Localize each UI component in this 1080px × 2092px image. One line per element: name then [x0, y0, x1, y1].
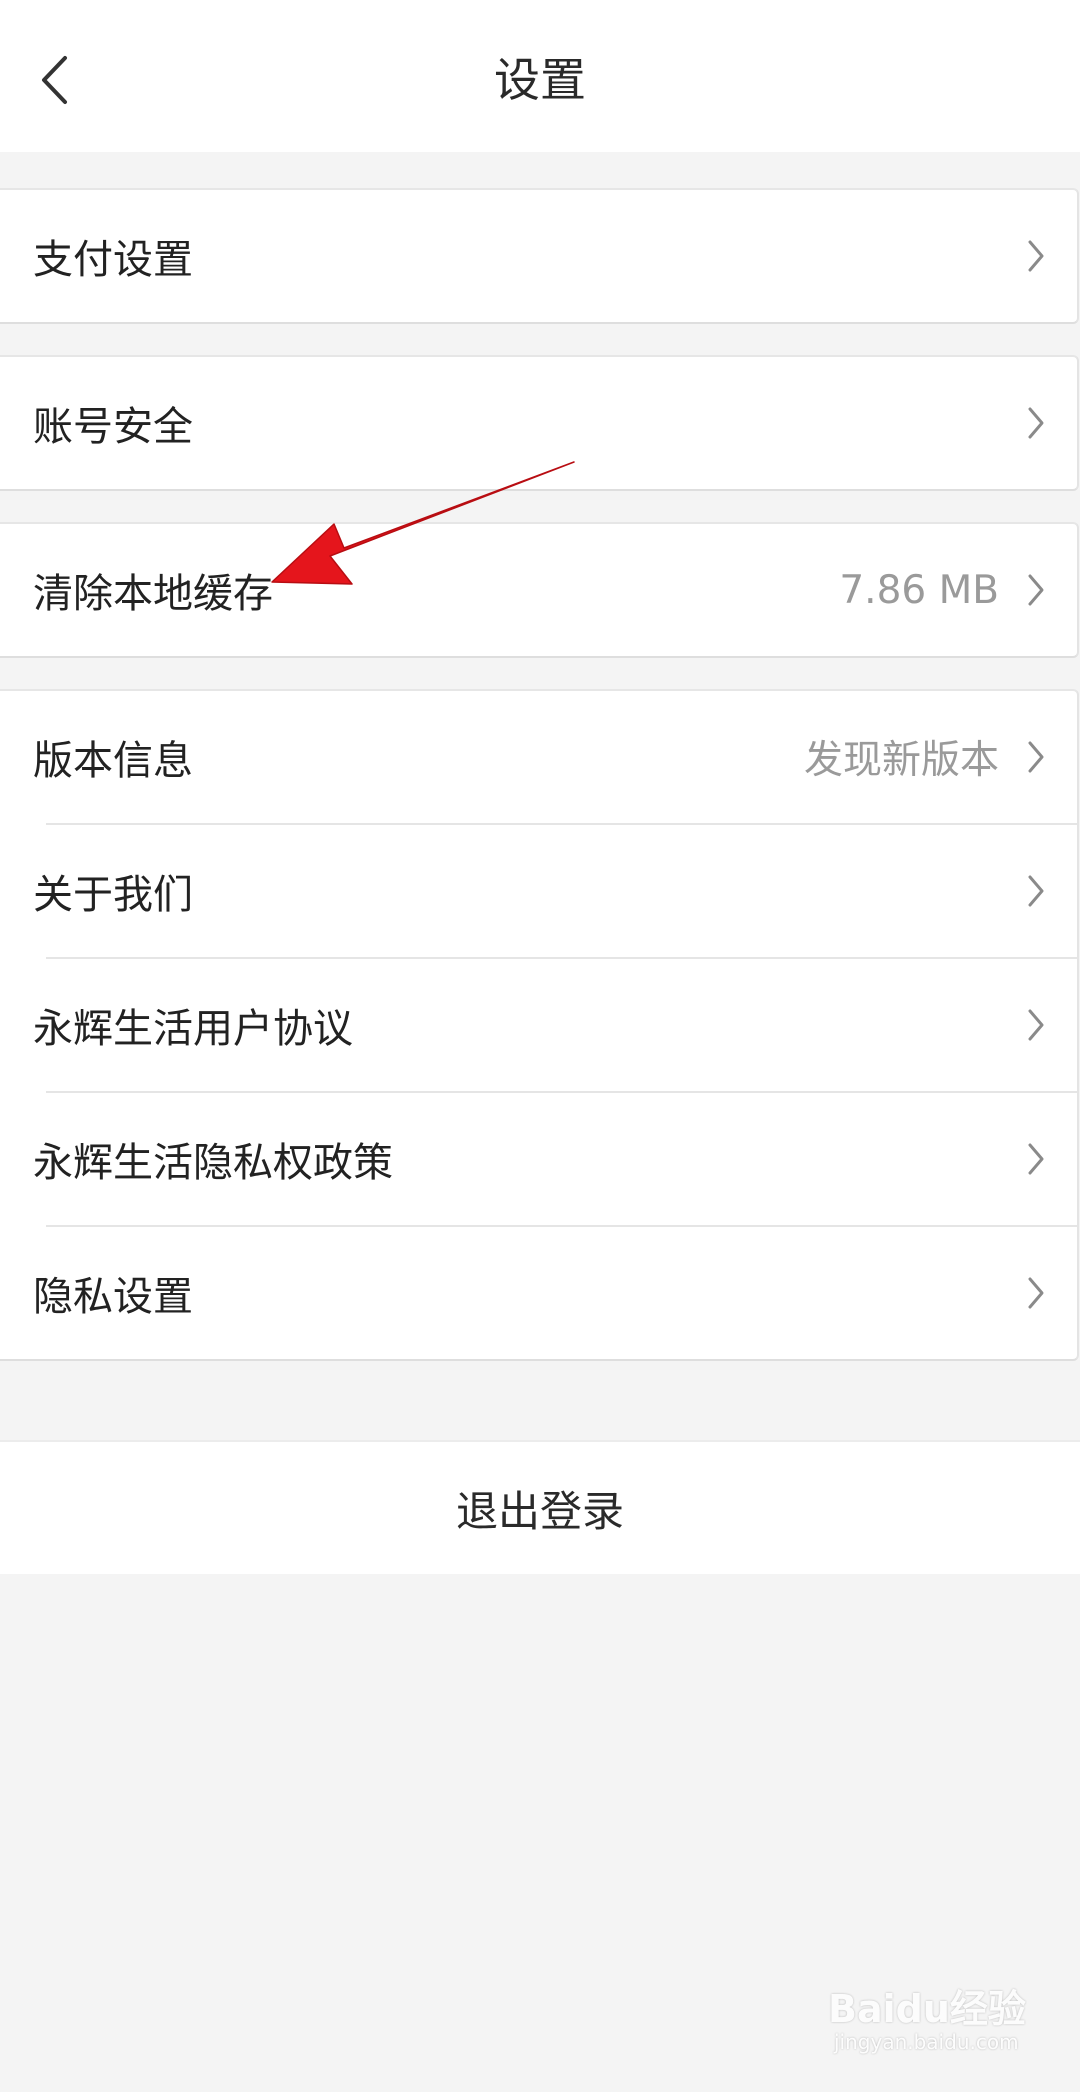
- settings-item-privacy-policy[interactable]: 永辉生活隐私权政策: [0, 1093, 1077, 1225]
- settings-item-label: 关于我们: [33, 872, 193, 918]
- chevron-right-icon: [1025, 871, 1047, 911]
- settings-item-user-agreement[interactable]: 永辉生活用户协议: [0, 959, 1077, 1091]
- logout-label: 退出登录: [455, 1486, 624, 1536]
- watermark-brand: Baidu经验: [828, 1987, 1026, 2031]
- settings-item-about-us[interactable]: 关于我们: [0, 825, 1077, 957]
- chevron-right-icon: [1025, 570, 1047, 610]
- chevron-right-icon: [1025, 737, 1047, 777]
- settings-item-label: 永辉生活用户协议: [33, 1006, 353, 1052]
- settings-item-label: 清除本地缓存: [33, 571, 273, 617]
- cache-size-value: 7.86 MB: [839, 567, 999, 613]
- logout-button[interactable]: 退出登录: [0, 1440, 1080, 1574]
- settings-item-privacy-settings[interactable]: 隐私设置: [0, 1227, 1077, 1359]
- settings-group-account: 账号安全: [0, 355, 1079, 491]
- settings-item-account-security[interactable]: 账号安全: [0, 357, 1077, 489]
- chevron-right-icon: [1025, 1273, 1047, 1313]
- chevron-right-icon: [1025, 236, 1047, 276]
- watermark-url: jingyan.baidu.com: [834, 2030, 1019, 2054]
- settings-item-label: 支付设置: [33, 237, 193, 283]
- settings-item-version-info[interactable]: 版本信息 发现新版本: [0, 691, 1077, 823]
- chevron-right-icon: [1025, 403, 1047, 443]
- settings-group-about: 版本信息 发现新版本 关于我们 永辉生活用户协议 永辉生活隐私权政策 隐私设置: [0, 689, 1079, 1361]
- settings-item-payment[interactable]: 支付设置: [0, 190, 1077, 322]
- settings-group-payment: 支付设置: [0, 188, 1079, 324]
- settings-item-label: 版本信息: [33, 738, 193, 784]
- chevron-right-icon: [1025, 1139, 1047, 1179]
- chevron-right-icon: [1025, 1005, 1047, 1045]
- version-status-value: 发现新版本: [803, 738, 999, 783]
- settings-item-label: 账号安全: [33, 404, 193, 450]
- nav-bar: 设置: [0, 0, 1080, 152]
- watermark: Baidu经验 jingyan.baidu.com: [828, 1978, 1028, 2068]
- settings-item-label: 隐私设置: [33, 1274, 193, 1320]
- settings-group-cache: 清除本地缓存 7.86 MB: [0, 522, 1079, 658]
- page-title: 设置: [494, 53, 586, 107]
- settings-item-label: 永辉生活隐私权政策: [33, 1140, 393, 1186]
- settings-item-clear-cache[interactable]: 清除本地缓存 7.86 MB: [0, 524, 1077, 656]
